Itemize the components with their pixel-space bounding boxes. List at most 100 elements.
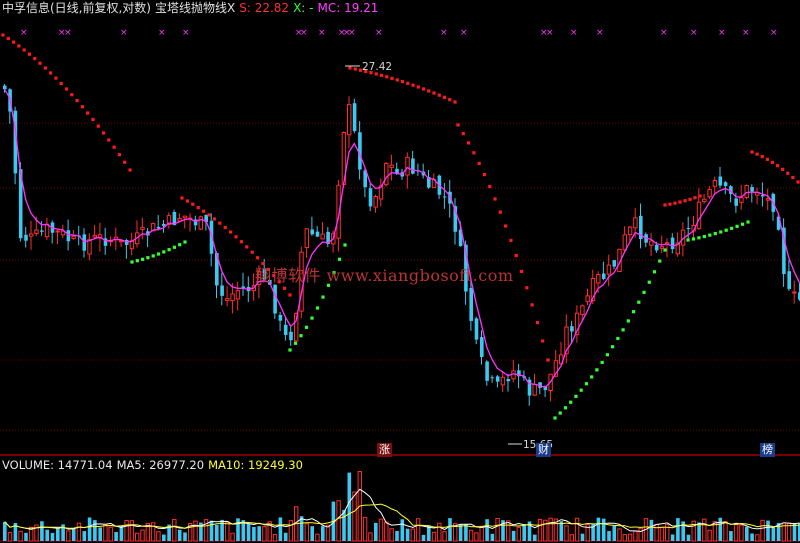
- volume-value: VOLUME: 14771.04: [2, 458, 113, 472]
- sar-dot: [22, 48, 26, 52]
- sar-dot: [493, 197, 497, 201]
- sar-dot: [647, 280, 651, 284]
- volume-bar: [193, 520, 198, 542]
- volume-bar: [596, 517, 601, 541]
- sar-dot: [708, 233, 712, 237]
- sar-dot: [437, 93, 441, 97]
- volume-bar: [464, 524, 468, 541]
- sar-dot: [96, 124, 100, 128]
- volume-bar: [622, 534, 627, 542]
- candle-up: [384, 162, 389, 186]
- volume-bar: [315, 533, 320, 542]
- sar-dot: [432, 91, 436, 95]
- volume-bar: [431, 531, 437, 542]
- volume-bar: [40, 521, 44, 541]
- sar-dot: [673, 201, 677, 205]
- candle-up: [712, 179, 718, 187]
- volume-bar: [506, 520, 511, 542]
- sar-dot: [406, 81, 410, 85]
- volume-bar: [3, 521, 7, 541]
- volume-bar: [288, 520, 294, 542]
- volume-bar: [162, 534, 166, 541]
- sar-dot: [256, 256, 260, 260]
- signal-marker: ×: [690, 28, 698, 38]
- volume-bar: [745, 526, 749, 541]
- mc-line: [3, 88, 800, 389]
- sar-dot: [546, 358, 550, 362]
- candle-up: [182, 215, 188, 219]
- volume-bar: [129, 520, 135, 542]
- candle-down: [506, 379, 511, 382]
- sar-dot: [17, 44, 21, 48]
- candle-down: [3, 85, 7, 90]
- volume-bar: [103, 524, 108, 542]
- candle-up: [580, 305, 585, 316]
- sar-dot: [626, 319, 630, 323]
- candle-down: [310, 229, 314, 235]
- volume-bar: [321, 526, 325, 541]
- badge-cai[interactable]: 财: [536, 443, 551, 457]
- badge-bang[interactable]: 榜: [760, 443, 775, 457]
- candle-down: [368, 188, 373, 207]
- volume-bar: [272, 533, 278, 542]
- candle-up: [744, 184, 749, 199]
- sar-dot: [746, 220, 750, 224]
- mc-value: MC: 19.21: [317, 1, 379, 15]
- chart-header: 中孚信息(日线,前复权,对数) 宝塔线抛物线X S: 22.82 X: - MC: 19…: [2, 0, 382, 16]
- sar-dot: [740, 222, 745, 226]
- badge-zhang[interactable]: 涨: [377, 443, 392, 457]
- sar-dot: [448, 98, 452, 102]
- sar-dot: [293, 341, 298, 345]
- signal-marker: ×: [460, 28, 468, 38]
- volume-bar: [395, 530, 399, 541]
- sar-dot: [239, 240, 243, 244]
- candle-down: [787, 271, 791, 289]
- volume-bar: [177, 529, 182, 541]
- sar-dot: [162, 250, 166, 254]
- sar-dot: [385, 75, 389, 79]
- candle-down: [734, 198, 738, 206]
- sar-dot: [207, 213, 211, 217]
- sar-dot: [310, 316, 314, 320]
- volume-bar: [119, 525, 124, 541]
- candle-up: [585, 295, 590, 303]
- sar-dot: [535, 320, 540, 325]
- candle-up: [225, 298, 230, 302]
- candle-up: [198, 216, 204, 230]
- sar-dot: [49, 71, 53, 75]
- volume-bar: [516, 526, 521, 542]
- sar-dot: [180, 196, 184, 200]
- candle-up: [659, 246, 665, 249]
- sar-dot: [337, 257, 342, 261]
- sar-dot: [245, 245, 249, 249]
- sar-dot: [75, 99, 79, 103]
- candle-down: [723, 182, 728, 187]
- volume-bar: [479, 525, 484, 542]
- candle-down: [156, 226, 161, 229]
- candle-down: [686, 228, 691, 230]
- sar-dot: [141, 257, 145, 261]
- candle-down: [480, 337, 484, 358]
- volume-bar: [511, 530, 516, 541]
- volume-bar: [760, 519, 765, 542]
- sar-dot: [698, 194, 702, 198]
- volume-bar: [246, 523, 251, 541]
- sar-dot: [750, 150, 754, 154]
- sar-dot: [637, 300, 641, 304]
- volume-bar: [755, 534, 760, 542]
- candle-down: [220, 285, 224, 296]
- sar-dot: [196, 206, 200, 210]
- sar-dot: [569, 400, 573, 404]
- volume-bar: [707, 529, 712, 542]
- signal-marker: ×: [660, 28, 668, 38]
- sar-dot: [151, 254, 155, 258]
- sar-dot: [33, 57, 37, 61]
- sar-dot: [456, 123, 460, 127]
- sar-dot: [416, 85, 420, 89]
- volume-bar: [262, 526, 267, 542]
- sar-dot: [719, 230, 723, 234]
- candle-down: [278, 315, 283, 321]
- candle-up: [140, 227, 145, 230]
- sar-dot: [652, 270, 657, 274]
- volume-bar: [24, 532, 28, 541]
